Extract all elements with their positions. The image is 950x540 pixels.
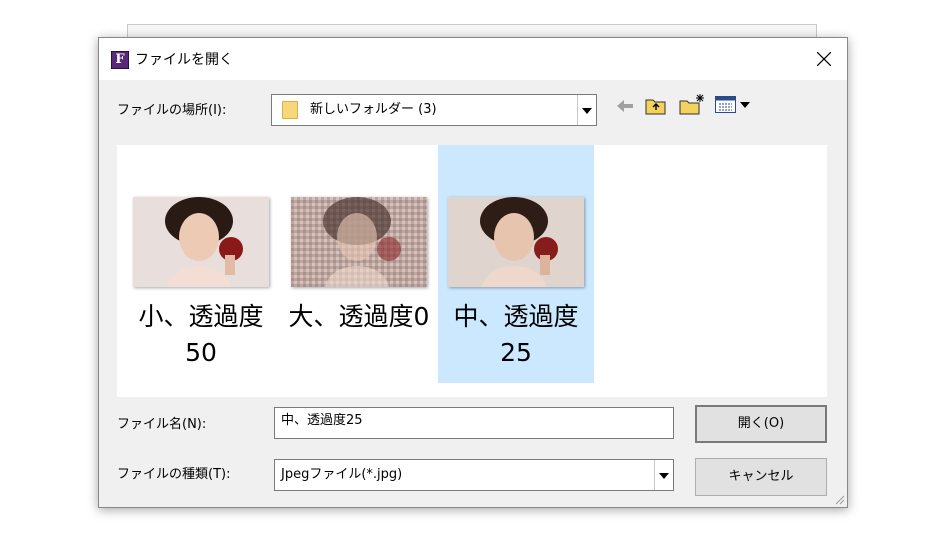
location-combobox[interactable]: 新しいフォルダー (3) — [271, 94, 597, 126]
image-thumbnail — [448, 197, 584, 287]
open-button[interactable]: 開く(O) — [695, 405, 827, 443]
chevron-down-icon[interactable] — [654, 460, 673, 490]
file-item-selected[interactable]: 中、透過度 25 — [438, 145, 594, 383]
filetype-combobox[interactable]: Jpegファイル(*.jpg) — [274, 459, 674, 491]
filename-label: ファイル名(N): — [117, 417, 207, 432]
file-item[interactable]: 大、透過度0 — [281, 145, 437, 383]
file-list: 小、透過度 50 大、透過度0 中、透過度 25 — [117, 145, 827, 397]
chevron-down-icon[interactable] — [577, 95, 596, 125]
file-item[interactable]: 小、透過度 50 — [123, 145, 279, 383]
image-thumbnail — [133, 197, 269, 287]
up-folder-icon[interactable] — [645, 95, 667, 115]
dialog-title: ファイルを開く — [135, 52, 233, 68]
filename-input[interactable]: 中、透過度25 — [274, 407, 674, 439]
file-name: 小、透過度 50 — [138, 302, 264, 367]
location-label: ファイルの場所(I): — [117, 103, 227, 118]
file-name: 大、透過度0 — [288, 302, 430, 331]
filetype-label: ファイルの種類(T): — [117, 467, 231, 482]
app-icon: F — [111, 51, 129, 69]
location-value: 新しいフォルダー (3) — [310, 102, 437, 117]
cancel-button[interactable]: キャンセル — [695, 458, 827, 496]
view-menu-icon[interactable] — [715, 96, 753, 114]
folder-icon — [282, 101, 298, 119]
title-bar: F ファイルを開く — [99, 38, 847, 80]
open-file-dialog: F ファイルを開く ファイルの場所(I): 新しいフォルダー (3) 小、透過度… — [98, 37, 848, 508]
back-arrow-icon[interactable] — [615, 98, 635, 114]
new-folder-icon[interactable] — [679, 93, 705, 115]
close-button[interactable] — [801, 38, 847, 80]
filetype-value: Jpegファイル(*.jpg) — [281, 467, 403, 482]
file-name: 中、透過度 25 — [453, 302, 579, 367]
image-thumbnail — [291, 197, 427, 287]
close-icon — [817, 52, 831, 66]
resize-grip-icon[interactable] — [833, 493, 845, 505]
